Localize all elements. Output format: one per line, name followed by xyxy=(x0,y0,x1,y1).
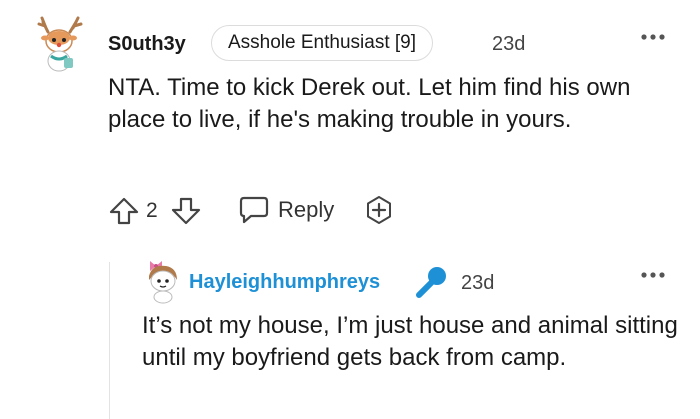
more-options-button[interactable] xyxy=(640,30,666,42)
add-award-icon xyxy=(367,196,391,224)
upvote-button[interactable] xyxy=(108,196,140,226)
reply-user-avatar[interactable] xyxy=(144,258,182,304)
reply-button[interactable]: Reply xyxy=(238,193,334,227)
user-flair: Asshole Enthusiast [9] xyxy=(211,25,433,61)
give-award-button[interactable] xyxy=(364,195,394,225)
comment-timestamp: 23d xyxy=(492,33,526,55)
user-avatar[interactable] xyxy=(34,14,88,74)
comment-username[interactable]: S0uth3y xyxy=(108,32,186,56)
more-options-icon xyxy=(641,34,665,40)
reply-label: Reply xyxy=(278,197,335,222)
microphone-icon xyxy=(412,264,450,302)
reply-username[interactable]: Hayleighhumphreys xyxy=(189,270,380,294)
thread-line[interactable] xyxy=(109,262,110,419)
vote-score: 2 xyxy=(146,199,158,222)
reply-more-options-button[interactable] xyxy=(640,268,666,280)
comment-body: NTA. Time to kick Derek out. Let him fin… xyxy=(108,74,631,133)
reply-timestamp: 23d xyxy=(461,272,495,294)
downvote-arrow-icon xyxy=(171,197,201,225)
upvote-arrow-icon xyxy=(109,197,139,225)
bow-avatar-icon xyxy=(149,261,177,304)
reindeer-avatar-icon xyxy=(37,16,83,72)
more-options-icon xyxy=(641,272,665,278)
reply-body: It’s not my house, I’m just house and an… xyxy=(142,312,678,371)
downvote-button[interactable] xyxy=(170,196,202,226)
speech-bubble-icon xyxy=(239,196,269,224)
